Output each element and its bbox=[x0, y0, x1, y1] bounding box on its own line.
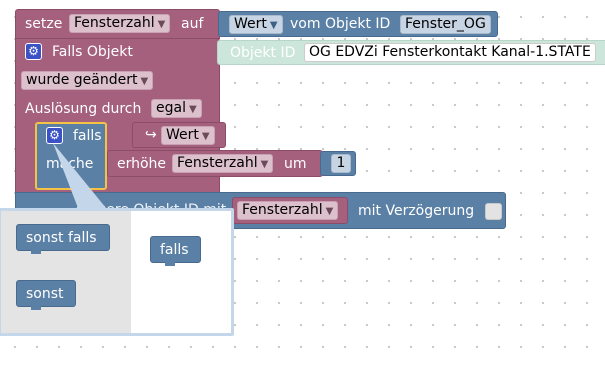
condition-field-dropdown[interactable]: Wert ▼ bbox=[161, 126, 215, 145]
object-id-field[interactable]: Fenster_OG bbox=[400, 15, 491, 34]
dropdown-arrow-icon: ▼ bbox=[201, 131, 210, 142]
mutator-workspace bbox=[131, 211, 231, 333]
set-variable-value: Fensterzahl bbox=[74, 15, 155, 31]
increment-variable-dropdown[interactable]: Fensterzahl ▼ bbox=[172, 154, 274, 173]
increment-variable-value: Fensterzahl bbox=[177, 155, 258, 171]
control-variable-value: Fensterzahl bbox=[242, 202, 323, 218]
arrow-icon: ↪ bbox=[145, 127, 157, 143]
set-variable-dropdown[interactable]: Fensterzahl ▼ bbox=[69, 14, 171, 33]
trigger-mode-label: Auslösung durch bbox=[25, 101, 142, 117]
mutator-pointer bbox=[53, 143, 106, 208]
mutator-if-block[interactable]: falls bbox=[150, 236, 201, 263]
block-notch bbox=[31, 306, 41, 310]
number-input[interactable]: 1 bbox=[331, 154, 351, 173]
increment-label: erhöhe bbox=[117, 156, 167, 172]
gear-icon[interactable]: ⚙ bbox=[25, 43, 42, 60]
auf-label: auf bbox=[181, 16, 204, 32]
value-field-value: Wert bbox=[234, 16, 267, 32]
dropdown-arrow-icon: ▼ bbox=[140, 76, 149, 87]
object-id-value: Fenster_OG bbox=[405, 16, 486, 32]
delay-checkbox[interactable] bbox=[485, 203, 502, 220]
trigger-mode-dropdown[interactable]: egal ▼ bbox=[151, 99, 202, 118]
mutator-flyout: sonst falls sonst falls bbox=[0, 208, 234, 336]
condition-dropdown[interactable]: wurde geändert ▼ bbox=[21, 71, 154, 90]
dropdown-arrow-icon: ▼ bbox=[260, 159, 269, 170]
number-block[interactable]: 1 bbox=[320, 151, 356, 176]
mutator-else-label: sonst bbox=[26, 286, 64, 302]
mutator-else-block[interactable]: sonst bbox=[16, 280, 76, 307]
dropdown-arrow-icon: ▼ bbox=[269, 20, 278, 31]
object-id-block[interactable]: Objekt ID OG EDVZi Fensterkontakt Kanal-… bbox=[217, 40, 605, 65]
control-variable-dropdown[interactable]: Fensterzahl ▼ bbox=[237, 201, 339, 220]
mutator-else-if-block[interactable]: sonst falls bbox=[16, 224, 110, 251]
set-variable-block[interactable]: setze Fensterzahl ▼ auf bbox=[15, 9, 220, 39]
um-label: um bbox=[284, 156, 307, 172]
dropdown-arrow-icon: ▼ bbox=[188, 104, 197, 115]
trigger-mode-value: egal bbox=[156, 100, 186, 116]
vom-objekt-label: vom Objekt ID bbox=[290, 16, 391, 32]
dropdown-arrow-icon: ▼ bbox=[325, 206, 334, 217]
condition-value: wurde geändert bbox=[26, 72, 138, 88]
delay-label: mit Verzögerung bbox=[358, 203, 475, 219]
dropdown-arrow-icon: ▼ bbox=[157, 19, 166, 30]
object-id-input-value: OG EDVZi Fensterkontakt Kanal-1.STATE bbox=[309, 44, 591, 60]
trigger-label: Falls Objekt bbox=[52, 44, 133, 60]
number-value: 1 bbox=[336, 155, 346, 171]
block-notch bbox=[31, 250, 41, 254]
object-id-label: Objekt ID bbox=[230, 45, 296, 61]
block-notch bbox=[165, 262, 175, 266]
condition-value-block[interactable]: ↪ Wert ▼ bbox=[132, 122, 226, 148]
get-object-value-block[interactable]: Wert ▼ vom Objekt ID Fenster_OG bbox=[218, 11, 498, 37]
increment-block[interactable]: erhöhe Fensterzahl ▼ um bbox=[107, 150, 323, 177]
object-id-input[interactable]: OG EDVZi Fensterkontakt Kanal-1.STATE bbox=[304, 43, 596, 62]
mutator-if-label: falls bbox=[160, 242, 189, 258]
set-label: setze bbox=[25, 16, 63, 32]
value-field-dropdown[interactable]: Wert ▼ bbox=[229, 15, 283, 34]
condition-field-value: Wert bbox=[166, 127, 199, 143]
control-variable-block[interactable]: Fensterzahl ▼ bbox=[232, 197, 348, 224]
mutator-else-if-label: sonst falls bbox=[26, 230, 97, 246]
